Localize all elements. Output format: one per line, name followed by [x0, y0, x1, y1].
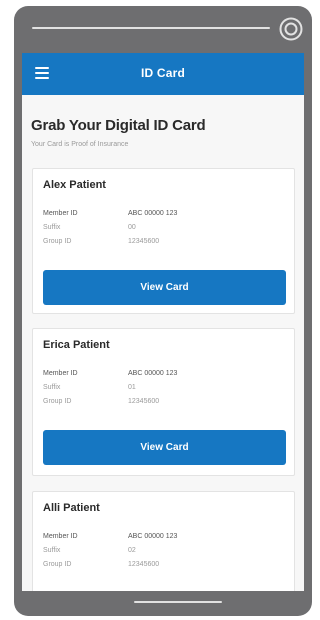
group-id-value: 12345600	[128, 561, 160, 568]
view-card-button[interactable]: View Card	[43, 270, 286, 305]
view-card-button[interactable]: View Card	[43, 430, 286, 465]
member-id-value: ABC 00000 123	[128, 370, 178, 377]
member-id-label: Member ID	[43, 370, 78, 377]
card-patient-name: Erica Patient	[43, 339, 110, 351]
id-card-erica: Erica Patient Member ID ABC 00000 123 Su…	[32, 328, 295, 476]
suffix-value: 01	[128, 384, 136, 391]
suffix-value: 02	[128, 547, 136, 554]
member-id-label: Member ID	[43, 533, 78, 540]
app-bar-title: ID Card	[140, 66, 186, 80]
group-id-label: Group ID	[43, 238, 72, 245]
suffix-value: 00	[128, 224, 136, 231]
member-id-value: ABC 00000 123	[128, 533, 178, 540]
top-status-bar	[14, 6, 312, 52]
member-id-value: ABC 00000 123	[128, 210, 178, 217]
suffix-label: Suffix	[43, 547, 61, 554]
page-title: Grab Your Digital ID Card	[31, 117, 206, 134]
group-id-label: Group ID	[43, 398, 72, 405]
top-bar-line	[32, 27, 270, 29]
app-bar: ID Card	[22, 53, 304, 95]
suffix-label: Suffix	[43, 384, 61, 391]
group-id-value: 12345600	[128, 398, 160, 405]
group-id-label: Group ID	[43, 561, 72, 568]
page-subtitle: Your Card is Proof of Insurance	[31, 141, 129, 148]
id-card-alli: Alli Patient Member ID ABC 00000 123 Suf…	[32, 491, 295, 591]
suffix-label: Suffix	[43, 224, 61, 231]
phone-frame: ID Card Grab Your Digital ID Card Your C…	[14, 6, 312, 616]
circle-button-icon[interactable]	[278, 16, 304, 42]
card-patient-name: Alex Patient	[43, 179, 106, 191]
id-card-alex: Alex Patient Member ID ABC 00000 123 Suf…	[32, 168, 295, 314]
group-id-value: 12345600	[128, 238, 160, 245]
bottom-bar	[14, 591, 312, 616]
card-patient-name: Alli Patient	[43, 502, 100, 514]
home-indicator[interactable]	[134, 601, 222, 603]
member-id-label: Member ID	[43, 210, 78, 217]
content-area[interactable]: Grab Your Digital ID Card Your Card is P…	[22, 95, 304, 591]
